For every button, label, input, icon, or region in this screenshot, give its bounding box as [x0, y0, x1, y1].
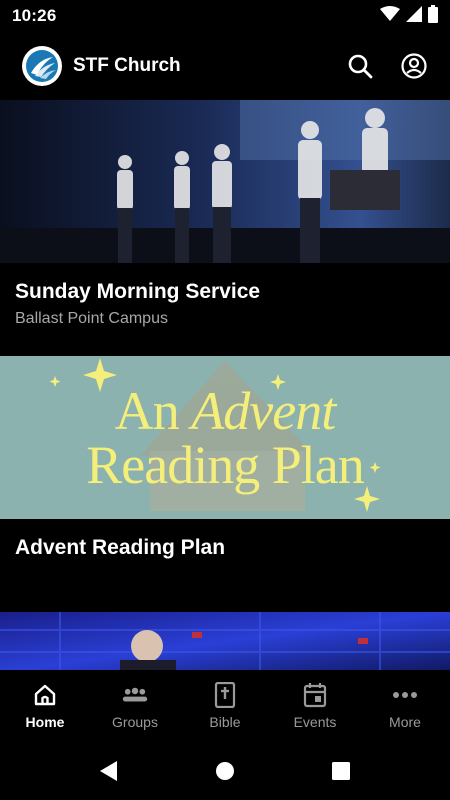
card-title: Advent Reading Plan: [15, 536, 226, 559]
battery-icon: [428, 4, 438, 28]
calendar-icon: [302, 682, 328, 708]
system-nav-bar: [0, 742, 450, 800]
home-icon: [32, 682, 58, 708]
advent-reading-plan-art: An Advent Reading Plan: [0, 356, 450, 519]
bottom-nav: Home Groups Bible Events More: [0, 670, 450, 742]
preacher-stage-photo: [0, 612, 450, 670]
card-body: Sunday Morning Service Ballast Point Cam…: [0, 263, 450, 329]
more-icon: [392, 682, 418, 708]
nav-home[interactable]: Home: [0, 670, 90, 742]
app-header: STF Church: [0, 32, 450, 100]
advent-art-line-reading-plan: Reading Plan: [86, 434, 364, 495]
signal-icon: [406, 5, 422, 27]
header-actions: [346, 52, 428, 80]
advent-art-title: An Advent Reading Plan: [0, 356, 450, 519]
nav-events[interactable]: Events: [270, 670, 360, 742]
search-button[interactable]: [346, 52, 374, 80]
card-title: Sunday Morning Service: [15, 280, 261, 303]
nav-label: Groups: [112, 714, 158, 730]
advent-art-word-advent: Advent: [191, 380, 336, 441]
account-button[interactable]: [400, 52, 428, 80]
church-logo-icon[interactable]: [22, 46, 62, 86]
card-preacher[interactable]: [0, 612, 450, 670]
card-sunday-morning-service[interactable]: Sunday Morning Service Ballast Point Cam…: [0, 100, 450, 356]
nav-more[interactable]: More: [360, 670, 450, 742]
home-system-button[interactable]: [213, 759, 237, 783]
card-subtitle: Ballast Point Campus: [15, 310, 168, 327]
nav-label: More: [389, 714, 421, 730]
worship-band-stage-photo: [0, 100, 450, 263]
content-feed[interactable]: Sunday Morning Service Ballast Point Cam…: [0, 100, 450, 670]
card-advent-reading-plan[interactable]: An Advent Reading Plan Advent Reading Pl…: [0, 356, 450, 612]
nav-label: Events: [293, 714, 337, 730]
status-bar: 10:26: [0, 0, 450, 32]
advent-art-word-an: An: [114, 380, 180, 441]
status-icons: [380, 4, 438, 28]
recents-icon: [332, 762, 350, 780]
search-icon: [348, 54, 373, 79]
nav-bible[interactable]: Bible: [180, 670, 270, 742]
nav-label: Home: [25, 714, 65, 730]
back-icon: [100, 761, 117, 781]
home-circle-icon: [216, 762, 234, 780]
groups-icon: [122, 682, 148, 708]
app-title: STF Church: [73, 55, 181, 76]
account-icon: [401, 53, 427, 79]
status-time: 10:26: [12, 6, 57, 25]
recents-button[interactable]: [329, 759, 353, 783]
card-body: Advent Reading Plan: [0, 519, 450, 561]
nav-label: Bible: [209, 714, 241, 730]
bible-icon: [212, 682, 238, 708]
back-button[interactable]: [97, 759, 121, 783]
nav-groups[interactable]: Groups: [90, 670, 180, 742]
wifi-icon: [380, 5, 400, 27]
